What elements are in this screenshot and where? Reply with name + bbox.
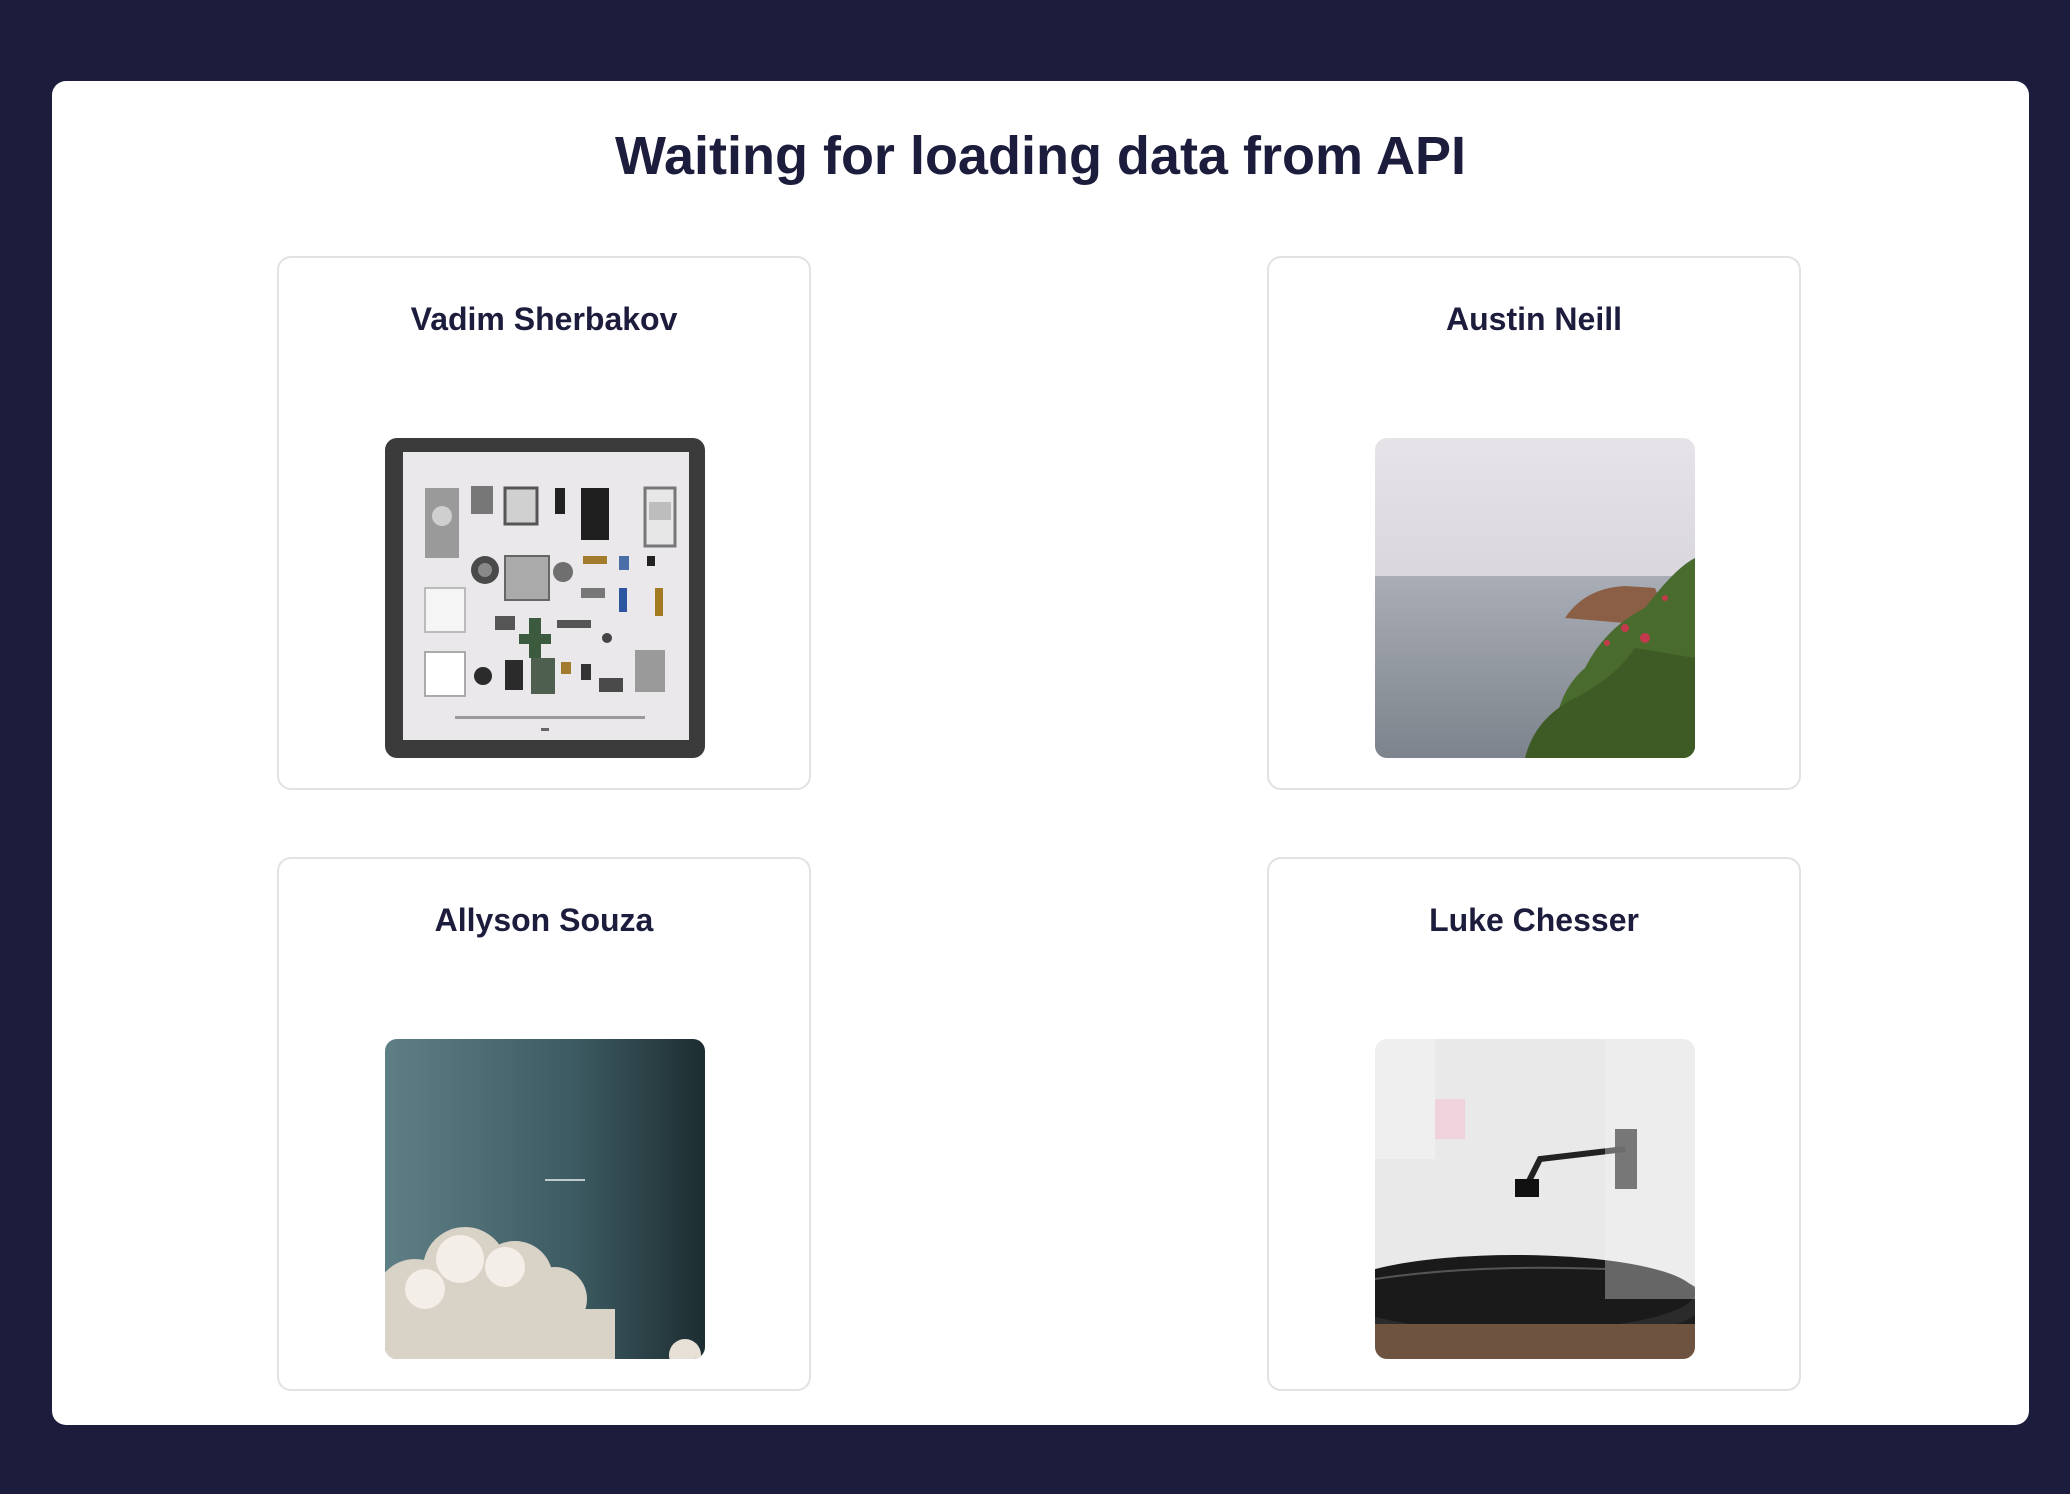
- author-photo: [385, 1039, 705, 1359]
- author-name: Vadim Sherbakov: [410, 301, 678, 337]
- page-title: Waiting for loading data from API: [615, 126, 1466, 186]
- author-photo: [385, 438, 705, 758]
- flat-lay-parts-image: [385, 438, 705, 758]
- author-card: Vadim Sherbakov: [277, 256, 811, 790]
- author-photo: [1375, 438, 1695, 758]
- author-card: Luke Chesser: [1267, 857, 1801, 1391]
- clouds-image: [385, 1039, 705, 1359]
- author-card: Austin Neill: [1267, 256, 1801, 790]
- coastline-image: [1375, 438, 1695, 758]
- record-player-image: [1375, 1039, 1695, 1359]
- author-name: Luke Chesser: [1429, 902, 1639, 938]
- author-name: Austin Neill: [1445, 301, 1622, 337]
- author-photo: [1375, 1039, 1695, 1359]
- author-name: Allyson Souza: [434, 902, 654, 938]
- author-card: Allyson Souza: [277, 857, 811, 1391]
